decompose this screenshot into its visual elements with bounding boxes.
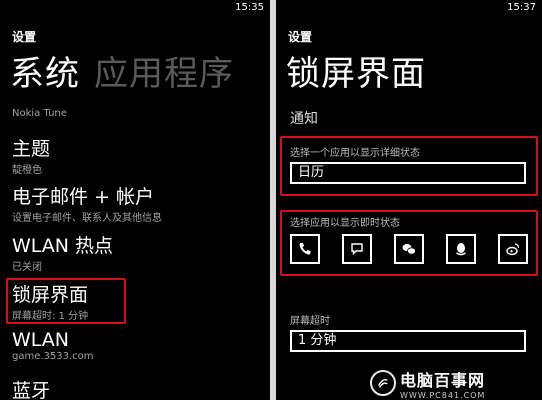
settings-item-wlan-hotspot[interactable]: WLAN 热点 已关闭: [12, 231, 113, 273]
settings-item-lockscreen[interactable]: 锁屏界面 屏幕超时: 1 分钟: [12, 280, 88, 322]
page-title: 锁屏界面: [286, 54, 426, 94]
item-subtitle: 已关闭: [12, 262, 42, 273]
screen-timeout-select[interactable]: 1 分钟: [290, 330, 526, 352]
detailed-status-select[interactable]: 日历: [290, 162, 526, 184]
item-subtitle: 设置电子邮件、联系人及其他信息: [12, 213, 162, 224]
weibo-icon: [506, 243, 520, 256]
settings-item-theme[interactable]: 主题 靛橙色: [12, 134, 50, 176]
quick-status-slot-phone[interactable]: [290, 234, 320, 264]
messaging-icon: [351, 243, 363, 256]
item-title: 主题: [12, 138, 51, 160]
ringtone-value: Nokia Tune: [12, 108, 67, 119]
item-title: WLAN: [12, 329, 70, 351]
lockscreen-settings-screen: 15:37 设置 锁屏界面 通知 选择一个应用以显示详细状态 日历 选择应用以显…: [276, 0, 542, 400]
pivot-system[interactable]: 系统: [10, 54, 80, 94]
site-watermark: 电脑百事网 WWW.PC841.COM: [370, 368, 540, 400]
section-label: 设置: [288, 30, 313, 44]
item-subtitle: 屏幕超时: 1 分钟: [12, 311, 89, 322]
section-label: 设置: [12, 30, 37, 44]
qq-icon: [456, 243, 466, 256]
item-subtitle: game.3533.com: [12, 351, 94, 362]
quick-status-label: 选择应用以显示即时状态: [290, 218, 400, 229]
status-time: 15:35: [235, 2, 264, 13]
item-title: WLAN 热点: [12, 235, 114, 257]
quick-status-slot-qq[interactable]: [446, 234, 476, 264]
settings-item-wlan[interactable]: WLAN game.3533.com: [12, 329, 94, 362]
site-name: 电脑百事网: [400, 370, 486, 390]
screen-timeout-label: 屏幕超时: [290, 316, 330, 327]
notifications-header: 通知: [290, 111, 318, 127]
item-subtitle: 靛橙色: [12, 165, 42, 176]
item-title: 蓝牙: [12, 380, 51, 400]
item-title: 电子邮件 + 帐户: [12, 186, 154, 208]
quick-status-slot-messaging[interactable]: [342, 234, 372, 264]
site-logo-icon: [370, 370, 396, 396]
detailed-status-label: 选择一个应用以显示详细状态: [290, 148, 420, 159]
phone-icon: [299, 243, 311, 255]
quick-status-slot-weibo[interactable]: [498, 234, 528, 264]
status-time: 15:37: [507, 2, 536, 13]
quick-status-slot-wechat[interactable]: [394, 234, 424, 264]
pivot-header: 系统 应用程序: [10, 46, 234, 95]
item-title: 锁屏界面: [12, 284, 89, 306]
site-url: WWW.PC841.COM: [400, 390, 486, 400]
pivot-applications[interactable]: 应用程序: [94, 54, 234, 94]
settings-item-email-accounts[interactable]: 电子邮件 + 帐户 设置电子邮件、联系人及其他信息: [12, 182, 162, 224]
settings-item-bluetooth[interactable]: 蓝牙: [12, 376, 50, 400]
settings-system-screen: 15:35 设置 系统 应用程序 Nokia Tune 主题 靛橙色 电子邮件 +…: [0, 0, 270, 400]
wechat-icon: [402, 243, 416, 255]
